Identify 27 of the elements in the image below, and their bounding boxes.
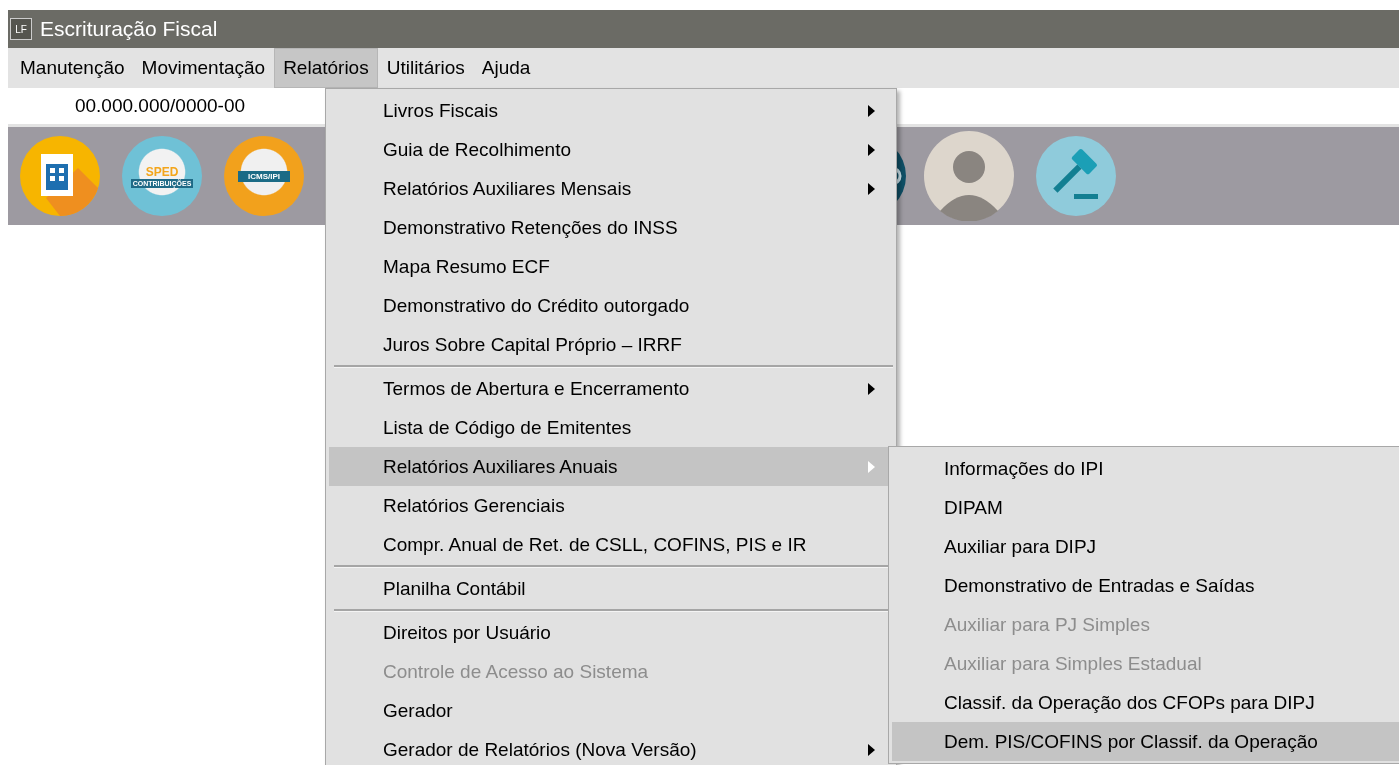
menu-bar-item[interactable]: Utilitários [378, 48, 473, 88]
window-title: Escrituração Fiscal [40, 17, 218, 41]
menu-item[interactable]: Lista de Código de Emitentes [329, 408, 893, 447]
submenu-item[interactable]: Informações do IPI [892, 449, 1399, 488]
menu-item[interactable]: Termos de Abertura e Encerramento [329, 369, 893, 408]
menu-item[interactable]: Gerador de Relatórios (Nova Versão) [329, 730, 893, 765]
submenu-item[interactable]: Classif. da Operação dos CFOPs para DIPJ [892, 683, 1399, 722]
icms-button[interactable]: ICMS/IPI [224, 136, 304, 216]
building-document-icon[interactable] [20, 136, 100, 216]
submenu-item[interactable]: Demonstrativo de Entradas e Saídas [892, 566, 1399, 605]
menu-item[interactable]: Relatórios Auxiliares Mensais [329, 169, 893, 208]
gavel-icon[interactable] [1036, 136, 1116, 216]
submenu-item[interactable]: DIPAM [892, 488, 1399, 527]
menu-item[interactable]: Juros Sobre Capital Próprio – IRRF [329, 325, 893, 364]
menu-item[interactable]: Guia de Recolhimento [329, 130, 893, 169]
menu-item[interactable]: Mapa Resumo ECF [329, 247, 893, 286]
app-icon-label: LF [10, 18, 32, 40]
menu-bar-item[interactable]: Ajuda [473, 48, 539, 88]
menu-bar-item[interactable]: Relatórios [274, 48, 378, 88]
menu-item[interactable]: Demonstrativo Retenções do INSS [329, 208, 893, 247]
menu-item[interactable]: Livros Fiscais [329, 91, 893, 130]
submenu-item[interactable]: Auxiliar para DIPJ [892, 527, 1399, 566]
submenu-item[interactable]: Dem. PIS/COFINS por Classif. da Operação [892, 722, 1399, 761]
menu-bar-item[interactable]: Manutenção [12, 48, 133, 88]
menu-item[interactable]: Demonstrativo do Crédito outorgado [329, 286, 893, 325]
menu-bar-item[interactable]: Movimentação [133, 48, 274, 88]
avatar-icon[interactable] [924, 131, 1014, 221]
